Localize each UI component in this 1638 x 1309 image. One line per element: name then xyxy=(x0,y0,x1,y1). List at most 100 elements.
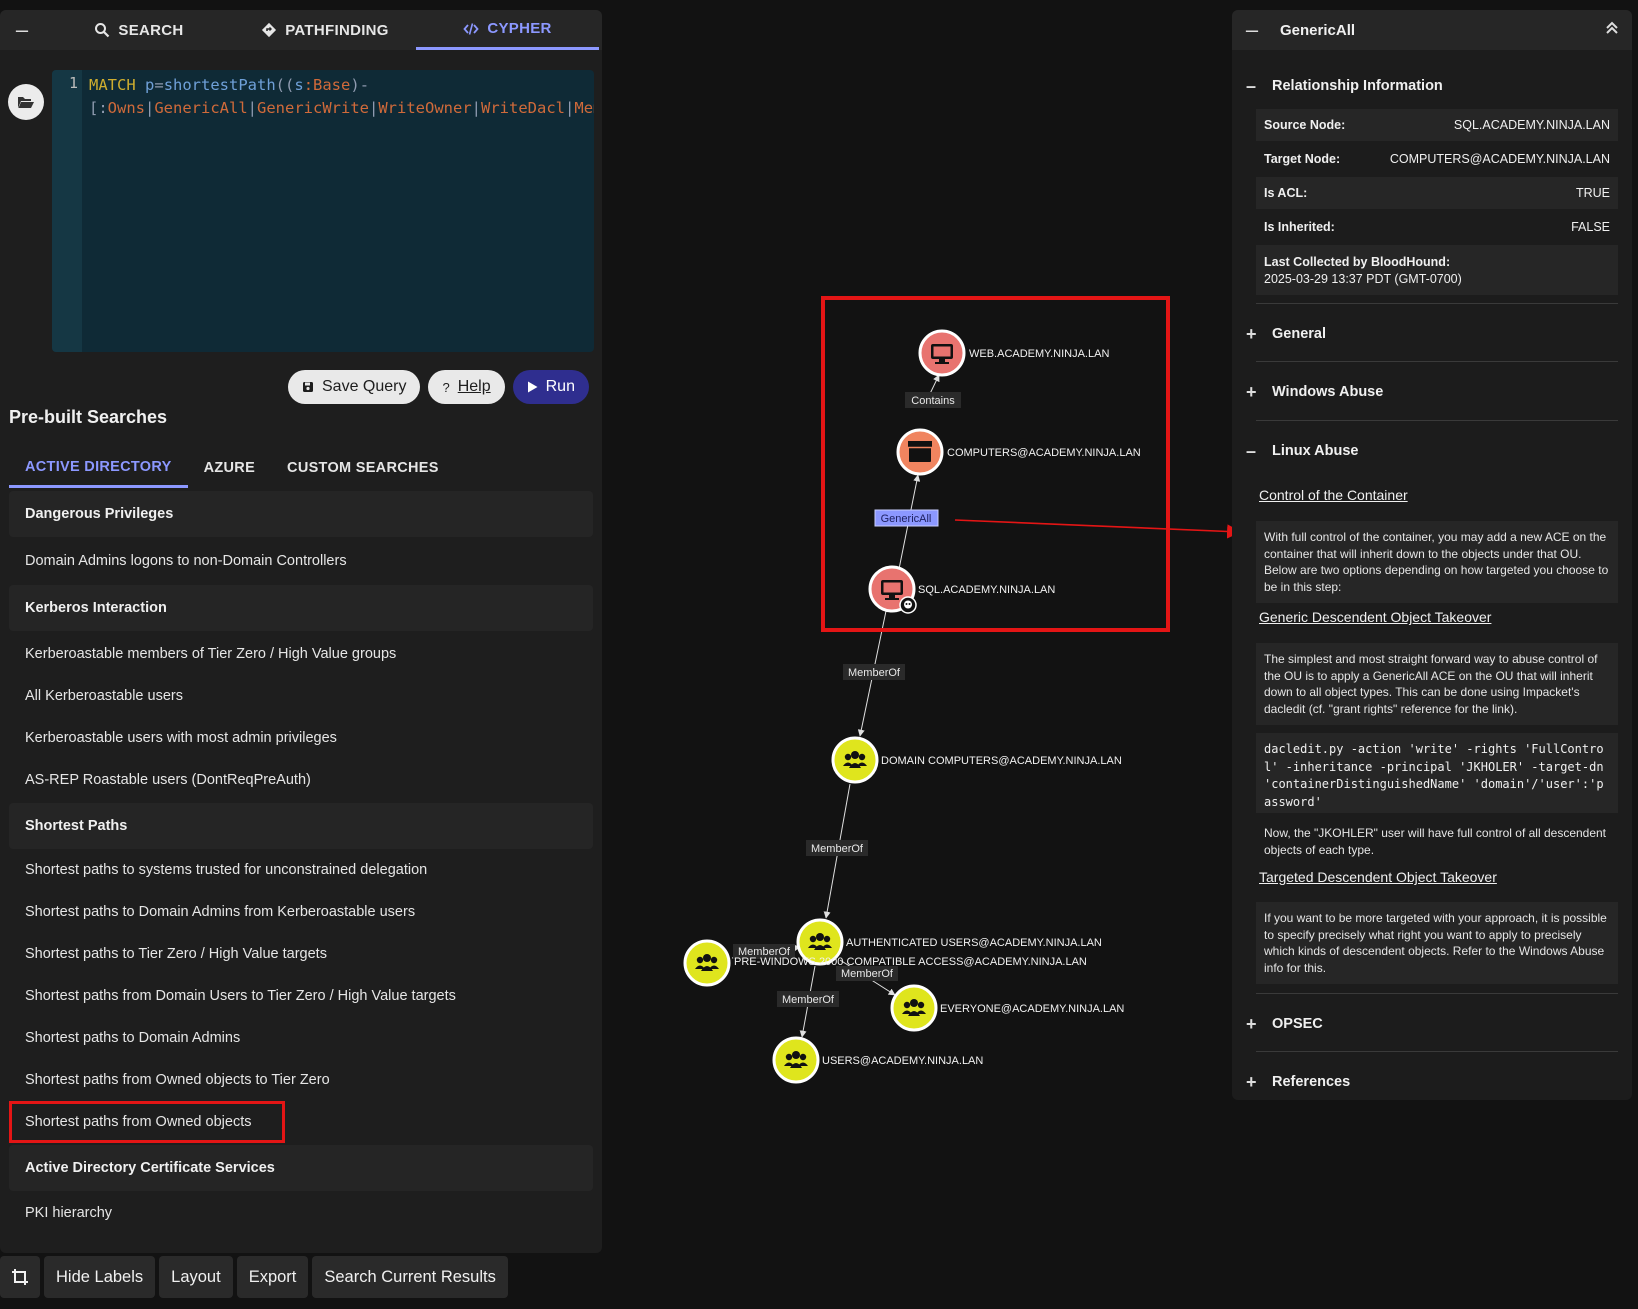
hide-labels-button[interactable]: Hide Labels xyxy=(44,1256,156,1298)
svg-text:SQL.ACADEMY.NINJA.LAN: SQL.ACADEMY.NINJA.LAN xyxy=(918,584,1055,596)
minus-icon: – xyxy=(15,17,29,42)
search-item[interactable]: AS-REP Roastable users (DontReqPreAuth) xyxy=(9,759,593,801)
tab-azure[interactable]: AZURE xyxy=(188,448,271,488)
run-button[interactable]: Run xyxy=(512,370,589,404)
plus-icon: + xyxy=(1246,323,1257,344)
section-opsec[interactable]: + OPSEC xyxy=(1246,1006,1618,1042)
section-references[interactable]: + References xyxy=(1246,1064,1618,1100)
collapse-panel-button[interactable]: – xyxy=(0,10,44,50)
code-variable: p xyxy=(145,76,155,94)
tab-pathfinding[interactable]: PATHFINDING xyxy=(234,10,416,50)
code-punct: | xyxy=(565,99,575,117)
target-node-row: Target Node: COMPUTERS@ACADEMY.NINJA.LAN xyxy=(1264,152,1610,166)
crop-icon xyxy=(12,1269,28,1285)
diamond-route-icon xyxy=(262,22,277,38)
divider xyxy=(1256,361,1618,362)
save-query-button[interactable]: Save Query xyxy=(288,370,421,404)
last-collected-row: Last Collected by BloodHound: 2025-03-29… xyxy=(1256,245,1618,295)
panel-title: GenericAll xyxy=(1280,21,1356,39)
owned-skull-icon xyxy=(899,596,917,614)
section-general[interactable]: + General xyxy=(1246,316,1618,352)
code-punct: | xyxy=(145,99,155,117)
code-relationship: WriteOwner xyxy=(378,99,472,117)
search-item[interactable]: Domain Admins logons to non-Domain Contr… xyxy=(9,537,593,585)
search-item[interactable]: PKI hierarchy xyxy=(9,1191,593,1235)
svg-text:MemberOf: MemberOf xyxy=(841,968,894,980)
edge-label-genericall[interactable]: GenericAll xyxy=(874,509,939,527)
code-punct: | xyxy=(369,99,379,117)
tab-search[interactable]: SEARCH xyxy=(44,10,234,50)
plus-icon: + xyxy=(1246,381,1257,402)
tab-active-directory[interactable]: ACTIVE DIRECTORY xyxy=(9,448,188,488)
category-adcs: Active Directory Certificate Services xyxy=(9,1145,593,1191)
plus-icon: + xyxy=(1246,1013,1257,1034)
minus-icon: – xyxy=(1246,75,1257,96)
minus-icon[interactable]: – xyxy=(1232,17,1272,43)
crop-button[interactable] xyxy=(0,1256,40,1298)
code-punct: | xyxy=(471,99,482,117)
node-everyone-group[interactable]: EVERYONE@ACADEMY.NINJA.LAN xyxy=(890,984,1124,1032)
category-kerberos-interaction: Kerberos Interaction xyxy=(9,585,593,631)
search-item[interactable]: All Kerberoastable users xyxy=(9,675,593,717)
search-item[interactable]: Kerberoastable users with most admin pri… xyxy=(9,717,593,759)
tab-cypher[interactable]: CYPHER xyxy=(416,10,599,50)
node-computers-container[interactable]: COMPUTERS@ACADEMY.NINJA.LAN xyxy=(896,428,1141,476)
saved-queries-button[interactable] xyxy=(8,84,44,120)
svg-text:GenericAll: GenericAll xyxy=(881,513,932,525)
search-item[interactable]: Shortest paths to Domain Admins from Ker… xyxy=(9,891,593,933)
linux-abuse-text: Now, the "JKOHLER" user will have full c… xyxy=(1264,826,1607,857)
node-users-group[interactable]: USERS@ACADEMY.NINJA.LAN xyxy=(772,1036,983,1084)
linux-abuse-text: The simplest and most straight forward w… xyxy=(1256,643,1618,725)
save-icon xyxy=(303,382,313,392)
code-relationship: MemberOf xyxy=(574,99,594,117)
dacledit-command[interactable]: dacledit.py -action 'write' -rights 'Ful… xyxy=(1256,733,1618,813)
edge-label-memberof[interactable]: MemberOf xyxy=(836,966,898,981)
folder-open-icon xyxy=(18,97,34,108)
search-item-selected[interactable]: Shortest paths from Owned objects xyxy=(9,1101,285,1143)
cypher-query-editor[interactable]: 1 MATCH p=shortestPath((s:Base)-[:Owns|G… xyxy=(52,70,594,352)
node-sql-computer[interactable]: SQL.ACADEMY.NINJA.LAN xyxy=(868,565,1055,614)
query-panel: – SEARCH PATHFINDING CYPHER 1 MATCH p=sh… xyxy=(0,10,602,1253)
tab-custom-searches[interactable]: CUSTOM SEARCHES xyxy=(271,448,455,488)
divider xyxy=(1256,420,1618,421)
help-button[interactable]: ? Help xyxy=(428,370,505,404)
prebuilt-searches-title: Pre-built Searches xyxy=(9,407,168,427)
query-code[interactable]: MATCH p=shortestPath((s:Base)-[:Owns|Gen… xyxy=(89,74,594,120)
search-item[interactable]: Shortest paths to systems trusted for un… xyxy=(9,849,593,891)
search-item[interactable]: Shortest paths from Owned objects to Tie… xyxy=(9,1059,593,1101)
code-function: shortestPath xyxy=(163,76,276,94)
edge-label-memberof[interactable]: MemberOf xyxy=(806,840,868,856)
divider xyxy=(1256,993,1618,994)
search-item[interactable]: Shortest paths to Domain Admins xyxy=(9,1017,593,1059)
svg-text:EVERYONE@ACADEMY.NINJA.LAN: EVERYONE@ACADEMY.NINJA.LAN xyxy=(940,1003,1124,1015)
node-domain-computers-group[interactable]: DOMAIN COMPUTERS@ACADEMY.NINJA.LAN xyxy=(831,736,1122,784)
search-item[interactable]: Shortest paths to Tier Zero / High Value… xyxy=(9,933,593,975)
search-icon xyxy=(95,23,110,38)
edge-label-contains[interactable]: Contains xyxy=(905,392,961,408)
divider xyxy=(1256,303,1618,304)
layout-button[interactable]: Layout xyxy=(159,1256,233,1298)
node-web-computer[interactable]: WEB.ACADEMY.NINJA.LAN xyxy=(918,329,1109,377)
search-item[interactable]: Shortest paths from Domain Users to Tier… xyxy=(9,975,593,1017)
search-item[interactable]: Kerberoastable members of Tier Zero / Hi… xyxy=(9,633,593,675)
export-button[interactable]: Export xyxy=(236,1256,309,1298)
tab-bar: – SEARCH PATHFINDING CYPHER xyxy=(0,10,602,50)
is-acl-row: Is ACL: TRUE xyxy=(1256,177,1618,209)
line-numbers: 1 xyxy=(52,70,82,352)
search-current-results-button[interactable]: Search Current Results xyxy=(312,1256,508,1298)
link-generic-descendent-takeover[interactable]: Generic Descendent Object Takeover xyxy=(1259,609,1491,625)
entity-panel: – GenericAll – Relationship Information … xyxy=(1232,10,1632,1100)
section-windows-abuse[interactable]: + Windows Abuse xyxy=(1246,374,1618,410)
chevron-double-up-icon[interactable] xyxy=(1592,21,1632,40)
svg-text:MemberOf: MemberOf xyxy=(848,667,901,679)
link-control-of-container[interactable]: Control of the Container xyxy=(1259,487,1408,503)
graph-toolbar: Hide Labels Layout Export Search Current… xyxy=(0,1256,508,1298)
svg-text:USERS@ACADEMY.NINJA.LAN: USERS@ACADEMY.NINJA.LAN xyxy=(822,1055,983,1067)
section-linux-abuse[interactable]: – Linux Abuse xyxy=(1246,433,1618,469)
code-variable: s xyxy=(294,76,304,94)
plus-icon: + xyxy=(1246,1071,1257,1092)
section-relationship-information[interactable]: – Relationship Information xyxy=(1246,68,1618,104)
edge-label-memberof[interactable]: MemberOf xyxy=(777,991,839,1007)
link-targeted-descendent-takeover[interactable]: Targeted Descendent Object Takeover xyxy=(1259,869,1497,885)
edge-label-memberof[interactable]: MemberOf xyxy=(843,664,905,680)
